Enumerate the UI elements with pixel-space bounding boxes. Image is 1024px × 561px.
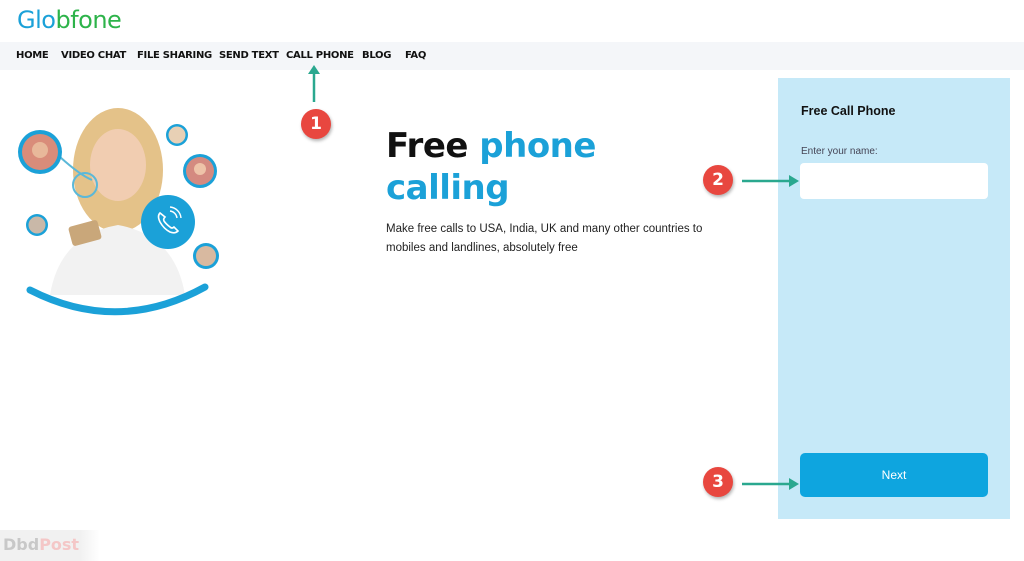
- phone-call-icon: [141, 195, 195, 249]
- avatar-man-1: [18, 130, 62, 174]
- watermark-part-1: Dbd: [3, 535, 40, 554]
- step-badge-3: 3: [703, 467, 733, 497]
- main-nav: HOME VIDEO CHAT FILE SHARING SEND TEXT C…: [0, 42, 1024, 70]
- next-button[interactable]: Next: [800, 453, 988, 497]
- nav-home[interactable]: HOME: [16, 50, 49, 61]
- avatar-woman-2: [183, 154, 217, 188]
- arrow-right-icon: [742, 175, 799, 187]
- form-title: Free Call Phone: [801, 104, 896, 118]
- nav-send-text[interactable]: SEND TEXT: [219, 50, 279, 61]
- step-badge-2: 2: [703, 165, 733, 195]
- nav-video-chat[interactable]: VIDEO CHAT: [61, 50, 126, 61]
- avatar-woman-3: [26, 214, 48, 236]
- woman-face: [90, 129, 146, 201]
- logo-part-2: bfone: [55, 6, 122, 34]
- free-call-form: Free Call Phone Enter your name: Next: [778, 78, 1010, 519]
- nav-blog[interactable]: BLOG: [362, 50, 391, 61]
- step-badge-1: 1: [301, 109, 331, 139]
- nav-file-sharing[interactable]: FILE SHARING: [137, 50, 212, 61]
- hero-description: Make free calls to USA, India, UK and ma…: [386, 223, 703, 254]
- headline-free: Free: [386, 126, 480, 166]
- dbdpost-watermark: DbdPost: [0, 530, 100, 561]
- avatar-man-2: [193, 243, 219, 269]
- name-label: Enter your name:: [801, 146, 878, 157]
- globfone-logo[interactable]: Globfone: [17, 6, 122, 34]
- watermark-part-2: Post: [39, 535, 80, 554]
- hero-headline: Free phone calling: [386, 125, 596, 209]
- avatar-child: [166, 124, 188, 146]
- headline-calling: calling: [386, 168, 510, 208]
- arrow-up-icon: [308, 65, 320, 102]
- arrow-right-icon: [742, 478, 799, 490]
- nav-call-phone[interactable]: CALL PHONE: [286, 50, 354, 61]
- headline-phone: phone: [479, 126, 596, 166]
- nav-faq[interactable]: FAQ: [405, 50, 426, 61]
- hero-illustration: [18, 108, 219, 316]
- logo-part-1: Glo: [17, 6, 56, 34]
- name-input[interactable]: [800, 163, 988, 199]
